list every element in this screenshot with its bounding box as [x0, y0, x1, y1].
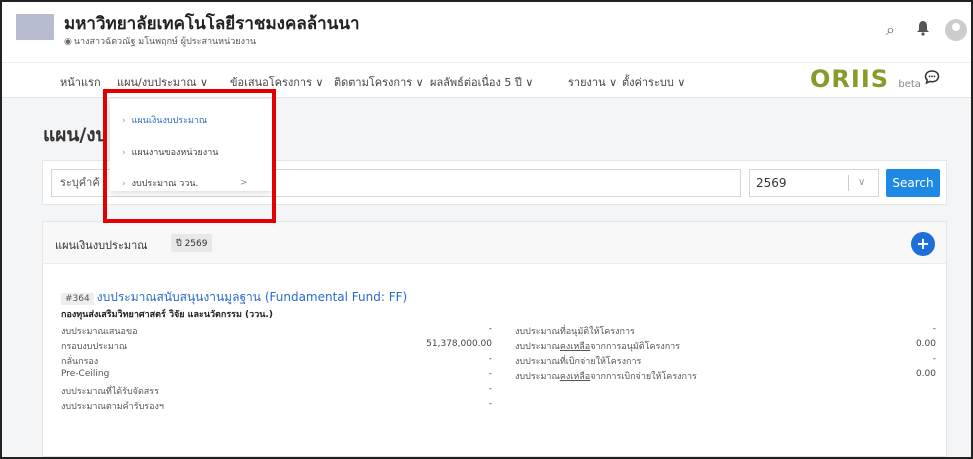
year-badge: ปี 2569: [171, 234, 213, 252]
fund-name: งบประมาณสนับสนุนงานมูลฐาน (Fundamental F…: [96, 290, 408, 304]
right-row-pre: งบประมาณ: [515, 342, 560, 352]
right-row-post: จากการเบิกจ่ายให้โครงการ: [590, 372, 697, 382]
card-title: แผนเงินงบประมาณ: [55, 239, 148, 252]
nav-settings[interactable]: ตั้งค่าระบบ ∨: [622, 73, 685, 91]
right-row-label: งบประมาณที่อนุมัติให้โครงการ: [515, 324, 635, 338]
fund-org: กองทุนส่งเสริมวิทยาศาสตร์ วิจัย และนวัตก…: [61, 310, 273, 320]
user-name: นางสาวฉัตวณัฐ มโนพฤกษ์ ผู้ประสานหน่วยงาน: [73, 37, 257, 47]
fund-number: #364: [61, 293, 94, 305]
right-row-ul: คงเหลือ: [559, 372, 591, 382]
right-row-value: -: [932, 324, 936, 334]
left-row-label: งบประมาณเสนอขอ: [61, 327, 138, 337]
right-row-label: งบประมาณคงเหลือจากการอนุมัติโครงการ: [515, 339, 680, 353]
nav-home[interactable]: หน้าแรก: [60, 73, 101, 91]
user-info[interactable]: ◉ นางสาวฉัตวณัฐ มโนพฤกษ์ ผู้ประสานหน่วยงา…: [64, 34, 256, 48]
left-row-label: กรอบงบประมาณ: [61, 342, 128, 352]
search-icon[interactable]: ⌕: [886, 20, 895, 40]
left-row-label: งบประมาณที่ได้รับจัดสรร: [61, 387, 159, 397]
bell-icon[interactable]: [916, 20, 930, 40]
year-select[interactable]: 2569 ∨: [749, 169, 879, 197]
right-row-label: งบประมาณคงเหลือจากการเบิกจ่ายให้โครงการ: [515, 369, 697, 383]
highlight-box: [103, 89, 276, 223]
brand-beta: beta: [898, 79, 921, 90]
search-button[interactable]: Search: [886, 169, 940, 197]
org-title: มหาวิทยาลัยเทคโนโลยีราชมงคลล้านนา: [64, 14, 360, 34]
add-button[interactable]: +: [911, 232, 935, 256]
nav-outcomes[interactable]: ผลลัพธ์ต่อเนื่อง 5 ปี ∨: [430, 73, 533, 91]
nav-tracking[interactable]: ติดตามโครงการ ∨: [334, 73, 424, 91]
app-header: มหาวิทยาลัยเทคโนโลยีราชมงคลล้านนา ◉ นางสา…: [2, 2, 971, 62]
user-circle-icon: ◉: [64, 37, 72, 47]
brand-logo: ORIIS beta: [810, 65, 921, 93]
left-row-label: งบประมาณตามคำรับรองฯ: [61, 402, 164, 412]
card-header: แผนเงินงบประมาณ ปี 2569 +: [43, 222, 946, 264]
left-row-value: -: [488, 369, 492, 379]
left-row-label: Pre-Ceiling: [61, 369, 110, 379]
right-row-value: 0.00: [915, 369, 936, 379]
right-row-post: จากการอนุมัติโครงการ: [590, 342, 681, 352]
university-logo: [16, 14, 54, 40]
right-row-pre: งบประมาณที่อนุมัติให้โครงการ: [515, 327, 635, 337]
left-row-value: -: [488, 384, 492, 394]
select-divider: [848, 175, 849, 191]
left-row-value: 51,378,000.00: [426, 339, 492, 349]
right-row-pre: งบประมาณ: [515, 372, 560, 382]
right-row-value: 0.00: [915, 339, 936, 349]
budget-plan-card: แผนเงินงบประมาณ ปี 2569 + #364 งบประมาณสน…: [42, 221, 947, 457]
right-row-label: งบประมาณที่เบิกจ่ายให้โครงการ: [515, 354, 641, 368]
nav-reports[interactable]: รายงาน ∨: [568, 73, 617, 91]
chat-icon[interactable]: [924, 69, 940, 89]
right-row-pre: งบประมาณที่เบิกจ่ายให้โครงการ: [515, 357, 642, 367]
right-row-value: -: [932, 354, 936, 364]
avatar[interactable]: [945, 19, 967, 41]
page-title: แผน/งบ: [43, 124, 108, 146]
left-row-value: -: [488, 399, 492, 409]
left-row-value: -: [488, 324, 492, 334]
fund-link[interactable]: #364 งบประมาณสนับสนุนงานมูลฐาน (Fundament…: [61, 288, 407, 307]
chevron-down-icon: ∨: [858, 177, 866, 188]
brand-text: ORIIS: [810, 65, 890, 93]
year-value: 2569: [756, 176, 787, 190]
left-row-value: -: [488, 354, 492, 364]
right-row-ul: คงเหลือ: [559, 342, 591, 352]
left-row-label: กลั่นกรอง: [61, 357, 99, 367]
